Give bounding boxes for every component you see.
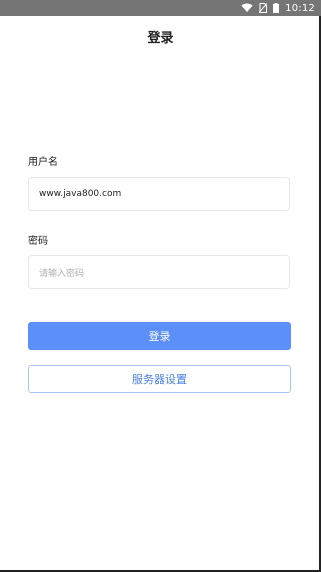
clock: 10:12 (285, 2, 315, 14)
username-field[interactable]: www.java800.com (28, 177, 290, 211)
status-bar: 10:12 (0, 0, 321, 16)
password-label: 密码 (28, 236, 48, 247)
header: 登录 (0, 16, 321, 56)
wifi-icon (241, 3, 253, 13)
status-icons (241, 3, 280, 13)
server-settings-button[interactable]: 服务器设置 (28, 365, 291, 393)
password-field[interactable]: 请输入密码 (28, 255, 290, 289)
battery-icon (273, 3, 280, 13)
page-title: 登录 (147, 30, 174, 46)
login-button[interactable]: 登录 (28, 322, 291, 350)
no-sim-icon (259, 3, 268, 13)
username-label: 用户名 (28, 157, 58, 168)
